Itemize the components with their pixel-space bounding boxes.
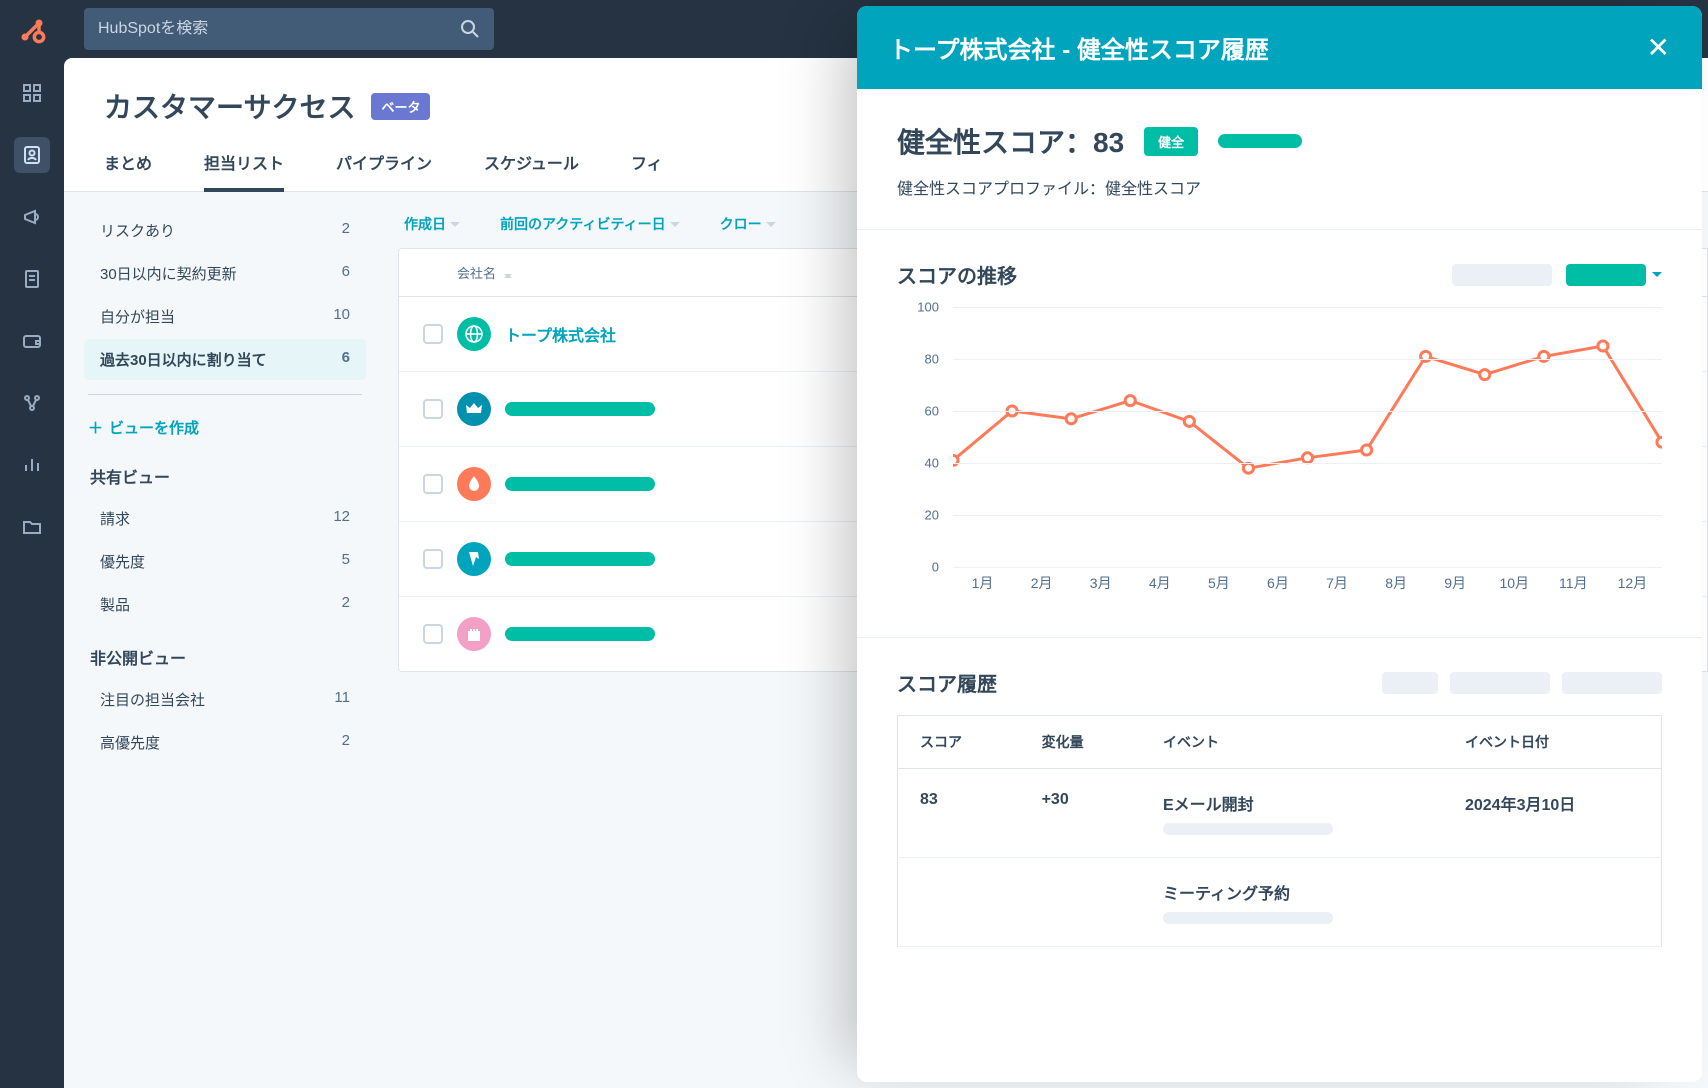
nav-wallet-icon[interactable] [14,323,50,359]
company-avatar-icon [457,542,491,576]
th-date[interactable]: イベント日付 [1443,716,1662,769]
tab-2[interactable]: パイプライン [336,150,432,191]
row-checkbox[interactable] [423,549,443,569]
views-sidebar: リスクあり230日以内に契約更新6自分が担当10過去30日以内に割り当て6 ＋ビ… [64,192,374,1088]
nav-folder-icon[interactable] [14,509,50,545]
global-search[interactable] [84,8,494,50]
shared-views-heading: 共有ビュー [84,446,366,498]
view-item[interactable]: リスクあり2 [84,210,366,251]
tab-4[interactable]: フィ [631,150,663,191]
view-item[interactable]: 自分が担当10 [84,296,366,337]
redacted-name [505,477,655,491]
beta-badge: ベータ [371,93,430,120]
trend-filter-2[interactable] [1566,264,1662,286]
history-row: 83+30Eメール開封2024年3月10日 [898,769,1662,858]
search-input[interactable] [98,20,460,38]
page-title: カスタマーサクセス [104,86,355,126]
view-item[interactable]: 製品2 [84,584,366,625]
health-badge: 健全 [1144,127,1198,156]
nav-megaphone-icon[interactable] [14,199,50,235]
tab-0[interactable]: まとめ [104,150,152,191]
th-score[interactable]: スコア [898,716,1020,769]
score-trend-chart: 020406080100 1月2月3月4月5月6月7月8月9月10月11月12月 [897,307,1662,607]
company-avatar-icon [457,317,491,351]
hist-filter-1[interactable] [1382,672,1438,694]
column-filter[interactable]: クロー [720,214,776,234]
row-checkbox[interactable] [423,399,443,419]
th-event[interactable]: イベント [1141,716,1443,769]
th-delta[interactable]: 変化量 [1020,716,1141,769]
history-row: ミーティング予約 [898,858,1662,947]
nav-reports-icon[interactable] [14,447,50,483]
left-nav-rail [0,0,64,1088]
view-item[interactable]: 30日以内に契約更新6 [84,253,366,294]
history-table: スコア 変化量 イベント イベント日付 83+30Eメール開封2024年3月10… [897,715,1662,947]
nav-workflow-icon[interactable] [14,385,50,421]
hist-filter-3[interactable] [1562,672,1662,694]
score-bar [1218,134,1302,148]
redacted-name [505,552,655,566]
nav-grid-icon[interactable] [14,75,50,111]
company-name[interactable]: トープ株式会社 [505,322,616,346]
trend-title: スコアの推移 [897,260,1017,289]
column-filter[interactable]: 作成日 [404,214,460,234]
nav-document-icon[interactable] [14,261,50,297]
hubspot-logo-icon[interactable] [18,16,46,49]
column-filter[interactable]: 前回のアクティビティー日 [500,214,680,234]
tab-3[interactable]: スケジュール [484,150,579,191]
redacted-name [505,402,655,416]
view-item[interactable]: 高優先度2 [84,722,366,763]
health-score-panel: トープ株式会社 - 健全性スコア履歴 ✕ 健全性スコア：83 健全 健全性スコア… [857,6,1702,1082]
row-checkbox[interactable] [423,324,443,344]
create-view-button[interactable]: ＋ビューを作成 [84,409,366,446]
company-avatar-icon [457,617,491,651]
company-avatar-icon [457,392,491,426]
plus-icon: ＋ [88,417,103,438]
close-icon[interactable]: ✕ [1647,34,1670,62]
redacted-name [505,627,655,641]
search-icon [460,19,480,39]
history-title: スコア履歴 [897,668,997,697]
private-views-heading: 非公開ビュー [84,627,366,679]
row-checkbox[interactable] [423,624,443,644]
company-avatar-icon [457,467,491,501]
score-heading: 健全性スコア：83 [897,121,1124,161]
trend-filter-1[interactable] [1452,264,1552,286]
view-item[interactable]: 優先度5 [84,541,366,582]
view-item[interactable]: 過去30日以内に割り当て6 [84,339,366,380]
profile-line: 健全性スコアプロファイル：健全性スコア [897,175,1662,199]
hist-filter-2[interactable] [1450,672,1550,694]
nav-contacts-icon[interactable] [14,137,50,173]
view-item[interactable]: 請求12 [84,498,366,539]
panel-title: トープ株式会社 - 健全性スコア履歴 [889,30,1269,65]
view-item[interactable]: 注目の担当会社11 [84,679,366,720]
row-checkbox[interactable] [423,474,443,494]
tab-1[interactable]: 担当リスト [204,150,284,192]
